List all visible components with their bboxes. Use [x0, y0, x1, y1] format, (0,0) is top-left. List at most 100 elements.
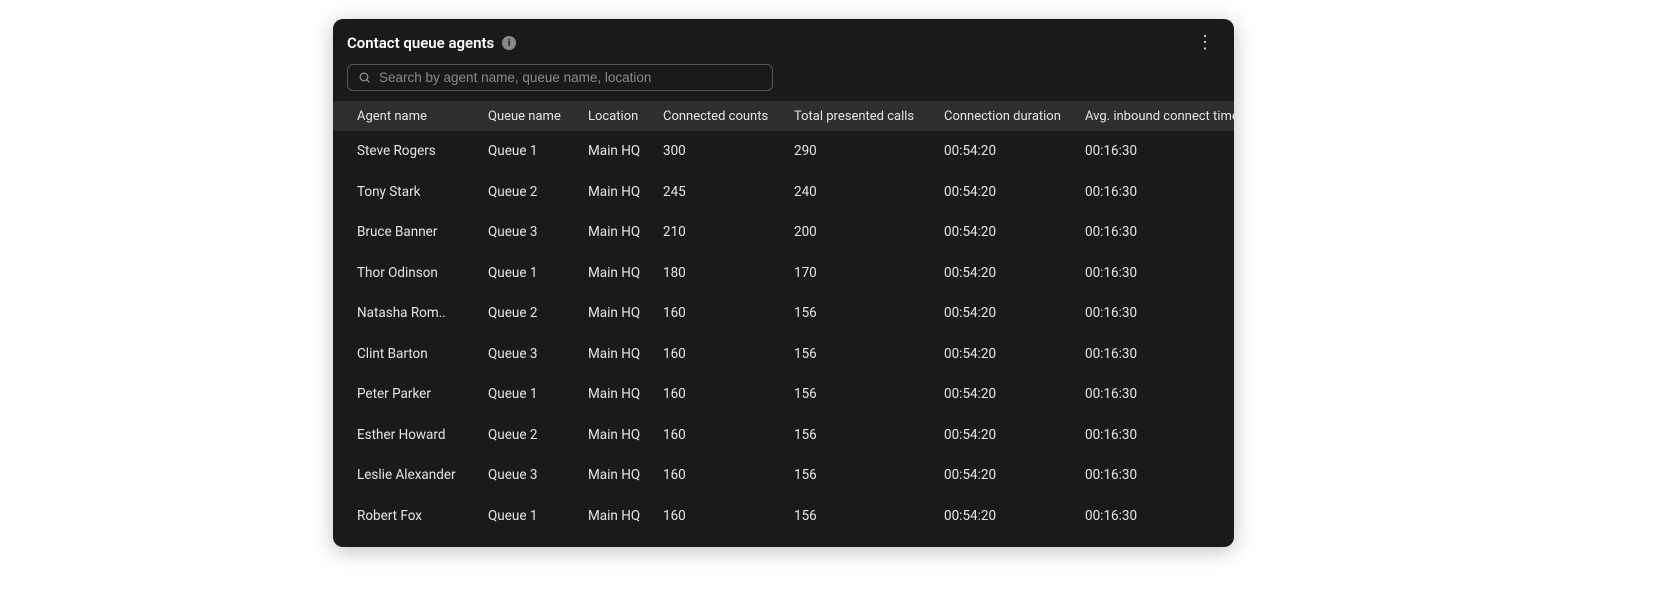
cell-duration: 00:54:20	[944, 346, 1085, 362]
col-queue-name[interactable]: Queue name	[488, 109, 588, 124]
cell-agent-name: Natasha Rom..	[357, 305, 488, 321]
cell-duration: 00:54:20	[944, 305, 1085, 321]
agents-table-scroll[interactable]: Agent name Queue name Location Connected…	[333, 101, 1234, 547]
cell-avg-connect: 00:16:30	[1085, 224, 1234, 240]
table-row[interactable]: Thor OdinsonQueue 1Main HQ18017000:54:20…	[333, 253, 1234, 294]
cell-connected: 160	[663, 467, 794, 483]
cell-location: Main HQ	[588, 427, 663, 443]
search-icon	[358, 71, 371, 84]
col-connected[interactable]: Connected counts	[663, 109, 794, 124]
col-duration[interactable]: Connection duration	[944, 109, 1085, 124]
cell-queue-name: Queue 2	[488, 184, 588, 200]
cell-connected: 160	[663, 386, 794, 402]
cell-agent-name: Clint Barton	[357, 346, 488, 362]
cell-total-calls: 290	[794, 143, 944, 159]
cell-duration: 00:54:20	[944, 224, 1085, 240]
table-row[interactable]: Tony StarkQueue 2Main HQ24524000:54:2000…	[333, 172, 1234, 213]
cell-avg-connect: 00:16:30	[1085, 427, 1234, 443]
search-row	[333, 64, 1234, 101]
cell-duration: 00:54:20	[944, 143, 1085, 159]
cell-queue-name: Queue 1	[488, 508, 588, 524]
cell-agent-name: Peter Parker	[357, 386, 488, 402]
table-row[interactable]: Peter ParkerQueue 1Main HQ16015600:54:20…	[333, 374, 1234, 415]
table-row[interactable]: Robert FoxQueue 1Main HQ16015600:54:2000…	[333, 496, 1234, 537]
cell-location: Main HQ	[588, 305, 663, 321]
table-header-row: Agent name Queue name Location Connected…	[333, 101, 1234, 131]
table-row[interactable]: Esther HowardQueue 2Main HQ16015600:54:2…	[333, 415, 1234, 456]
cell-agent-name: Thor Odinson	[357, 265, 488, 281]
cell-location: Main HQ	[588, 265, 663, 281]
cell-connected: 160	[663, 427, 794, 443]
search-input[interactable]	[379, 70, 762, 85]
cell-location: Main HQ	[588, 508, 663, 524]
cell-avg-connect: 00:16:30	[1085, 386, 1234, 402]
cell-location: Main HQ	[588, 143, 663, 159]
cell-agent-name: Esther Howard	[357, 427, 488, 443]
col-avg-connect[interactable]: Avg. inbound connect time	[1085, 109, 1234, 124]
table-row[interactable]: Natasha Rom..Queue 2Main HQ16015600:54:2…	[333, 293, 1234, 334]
cell-queue-name: Queue 3	[488, 467, 588, 483]
cell-total-calls: 156	[794, 305, 944, 321]
cell-total-calls: 240	[794, 184, 944, 200]
cell-avg-connect: 00:16:30	[1085, 305, 1234, 321]
col-agent-name[interactable]: Agent name	[357, 109, 488, 124]
cell-location: Main HQ	[588, 224, 663, 240]
cell-duration: 00:54:20	[944, 184, 1085, 200]
cell-connected: 245	[663, 184, 794, 200]
cell-total-calls: 156	[794, 427, 944, 443]
panel-header: Contact queue agents i ⋮	[333, 19, 1234, 64]
cell-total-calls: 156	[794, 508, 944, 524]
cell-duration: 00:54:20	[944, 427, 1085, 443]
kebab-menu-icon[interactable]: ⋮	[1190, 32, 1220, 54]
cell-total-calls: 156	[794, 386, 944, 402]
cell-duration: 00:54:20	[944, 265, 1085, 281]
cell-queue-name: Queue 2	[488, 427, 588, 443]
info-icon[interactable]: i	[502, 36, 516, 50]
table-body: Steve RogersQueue 1Main HQ30029000:54:20…	[333, 131, 1234, 536]
search-box[interactable]	[347, 64, 773, 91]
cell-queue-name: Queue 3	[488, 224, 588, 240]
cell-agent-name: Robert Fox	[357, 508, 488, 524]
cell-queue-name: Queue 1	[488, 143, 588, 159]
cell-location: Main HQ	[588, 346, 663, 362]
cell-queue-name: Queue 2	[488, 305, 588, 321]
cell-queue-name: Queue 1	[488, 386, 588, 402]
cell-total-calls: 156	[794, 346, 944, 362]
agents-table: Agent name Queue name Location Connected…	[333, 101, 1234, 536]
cell-connected: 160	[663, 508, 794, 524]
table-row[interactable]: Clint BartonQueue 3Main HQ16015600:54:20…	[333, 334, 1234, 375]
cell-avg-connect: 00:16:30	[1085, 265, 1234, 281]
col-total-calls[interactable]: Total presented calls	[794, 109, 944, 124]
cell-duration: 00:54:20	[944, 386, 1085, 402]
cell-location: Main HQ	[588, 184, 663, 200]
contact-queue-agents-panel: Contact queue agents i ⋮ Agent name Queu…	[333, 19, 1234, 547]
cell-total-calls: 200	[794, 224, 944, 240]
cell-queue-name: Queue 1	[488, 265, 588, 281]
cell-total-calls: 156	[794, 467, 944, 483]
panel-title: Contact queue agents	[347, 34, 494, 52]
cell-connected: 300	[663, 143, 794, 159]
cell-queue-name: Queue 3	[488, 346, 588, 362]
cell-location: Main HQ	[588, 467, 663, 483]
cell-agent-name: Tony Stark	[357, 184, 488, 200]
cell-duration: 00:54:20	[944, 467, 1085, 483]
table-row[interactable]: Steve RogersQueue 1Main HQ30029000:54:20…	[333, 131, 1234, 172]
cell-connected: 160	[663, 305, 794, 321]
cell-agent-name: Steve Rogers	[357, 143, 488, 159]
cell-avg-connect: 00:16:30	[1085, 508, 1234, 524]
cell-avg-connect: 00:16:30	[1085, 143, 1234, 159]
cell-agent-name: Bruce Banner	[357, 224, 488, 240]
cell-connected: 180	[663, 265, 794, 281]
col-location[interactable]: Location	[588, 109, 663, 124]
table-row[interactable]: Bruce BannerQueue 3Main HQ21020000:54:20…	[333, 212, 1234, 253]
table-row[interactable]: Leslie AlexanderQueue 3Main HQ16015600:5…	[333, 455, 1234, 496]
cell-location: Main HQ	[588, 386, 663, 402]
cell-agent-name: Leslie Alexander	[357, 467, 488, 483]
cell-avg-connect: 00:16:30	[1085, 346, 1234, 362]
cell-connected: 160	[663, 346, 794, 362]
cell-avg-connect: 00:16:30	[1085, 467, 1234, 483]
cell-duration: 00:54:20	[944, 508, 1085, 524]
cell-connected: 210	[663, 224, 794, 240]
cell-avg-connect: 00:16:30	[1085, 184, 1234, 200]
cell-total-calls: 170	[794, 265, 944, 281]
